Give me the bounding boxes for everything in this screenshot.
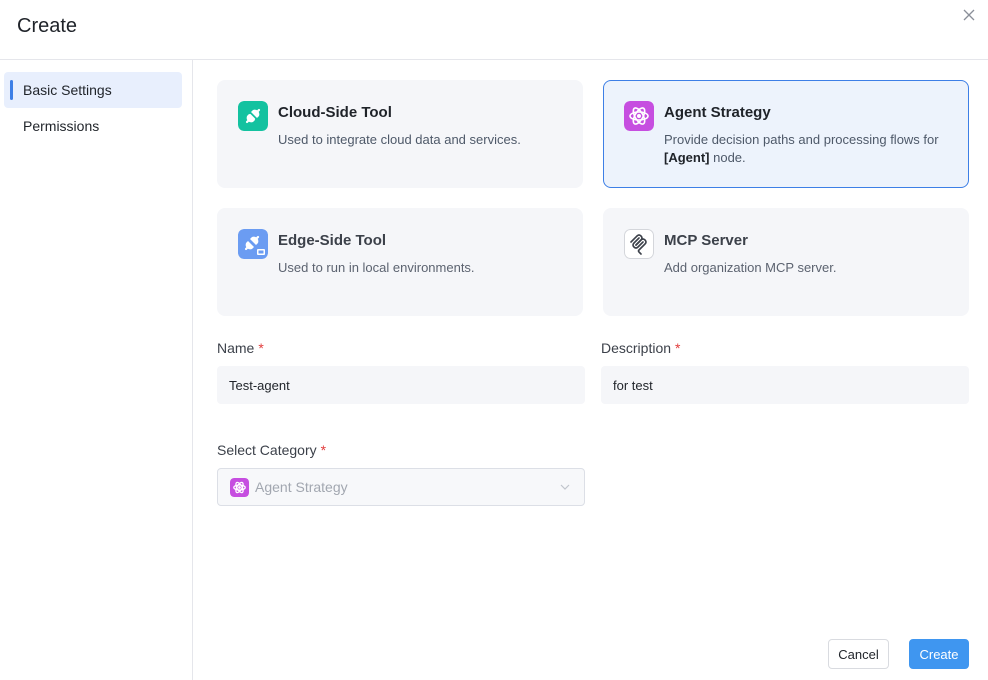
card-description: Add organization MCP server. — [664, 260, 837, 275]
atom-icon — [230, 478, 249, 497]
name-input[interactable] — [217, 366, 585, 404]
mcp-icon — [624, 229, 654, 259]
settings-sidebar: Basic Settings Permissions — [0, 60, 193, 680]
card-description: Used to run in local environments. — [278, 260, 475, 275]
cancel-button[interactable]: Cancel — [828, 639, 889, 669]
type-card-cloud-side-tool[interactable]: Cloud-Side Tool Used to integrate cloud … — [217, 80, 583, 188]
name-label-text: Name — [217, 340, 255, 356]
active-indicator — [10, 80, 13, 100]
plug-icon — [238, 101, 268, 131]
category-select[interactable]: Agent Strategy — [217, 468, 585, 506]
card-description-bold: [Agent] — [664, 150, 710, 165]
card-title: Edge-Side Tool — [278, 232, 387, 249]
card-title: Cloud-Side Tool — [278, 104, 392, 121]
dialog-header: Create — [0, 0, 988, 60]
card-description: Used to integrate cloud data and service… — [278, 132, 521, 147]
type-card-mcp-server[interactable]: MCP Server Add organization MCP server. — [603, 208, 969, 316]
required-mark: * — [320, 442, 327, 458]
category-label-text: Select Category — [217, 442, 317, 458]
type-card-edge-side-tool[interactable]: Edge-Side Tool Used to run in local envi… — [217, 208, 583, 316]
description-input[interactable] — [601, 366, 969, 404]
chevron-down-icon — [560, 484, 570, 490]
card-description: Provide decision paths and processing fl… — [664, 131, 954, 167]
sidebar-item-permissions[interactable]: Permissions — [4, 108, 182, 144]
description-label-text: Description — [601, 340, 672, 356]
card-title: Agent Strategy — [664, 104, 771, 121]
card-description-text: Provide decision paths and processing fl… — [664, 132, 939, 147]
sidebar-item-basic-settings[interactable]: Basic Settings — [4, 72, 182, 108]
dialog-title: Create — [17, 15, 78, 37]
create-button[interactable]: Create — [909, 639, 969, 669]
card-description-suffix: node. — [709, 150, 746, 165]
category-label: Select Category * — [217, 442, 326, 458]
type-card-agent-strategy[interactable]: Agent Strategy Provide decision paths an… — [603, 80, 969, 188]
category-select-value: Agent Strategy — [255, 479, 348, 495]
card-title: MCP Server — [664, 232, 748, 249]
plug-monitor-icon — [238, 229, 268, 259]
sidebar-item-label: Basic Settings — [23, 82, 112, 98]
name-label: Name * — [217, 340, 264, 356]
close-icon[interactable] — [960, 6, 978, 24]
required-mark: * — [258, 340, 264, 356]
required-mark: * — [675, 340, 681, 356]
sidebar-item-label: Permissions — [23, 118, 100, 134]
description-label: Description * — [601, 340, 680, 356]
atom-icon — [624, 101, 654, 131]
